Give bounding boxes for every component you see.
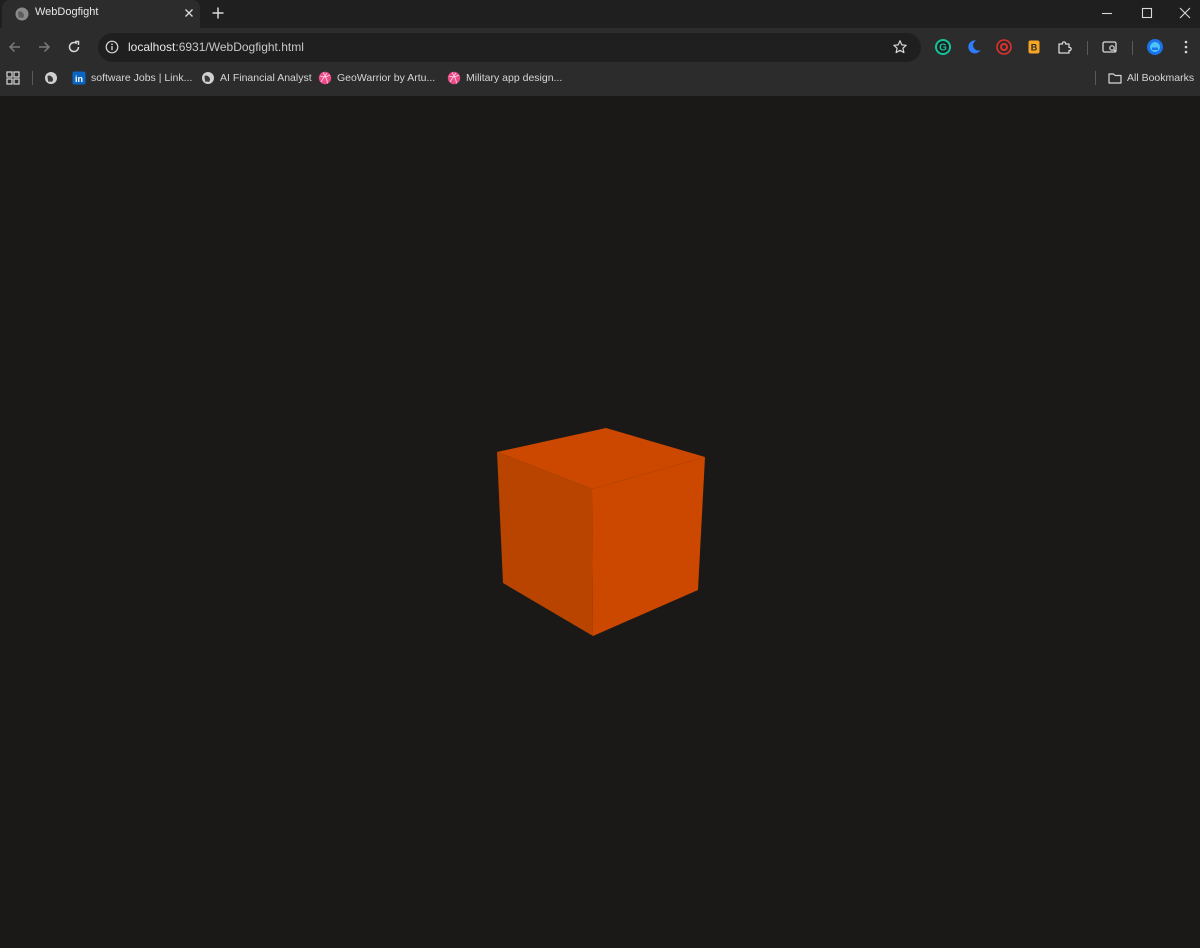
back-arrow-icon[interactable] bbox=[5, 37, 25, 57]
bookmark-label: AI Financial Analyst bbox=[220, 72, 312, 84]
scene-svg bbox=[497, 428, 705, 636]
window-close-icon[interactable] bbox=[1175, 3, 1195, 23]
blocker-icon[interactable] bbox=[995, 38, 1013, 56]
bookmark-linkedin[interactable]: in software Jobs | Link... bbox=[72, 69, 192, 87]
bookmarks-separator bbox=[32, 71, 33, 85]
svg-text:G: G bbox=[939, 43, 947, 54]
menu-kebab-icon[interactable] bbox=[1177, 38, 1195, 56]
bookmark-label: GeoWarrior by Artu... bbox=[337, 72, 436, 84]
linkedin-icon: in bbox=[72, 71, 86, 85]
svg-text:B: B bbox=[1031, 42, 1038, 52]
folder-icon bbox=[1108, 73, 1122, 84]
tab-search-icon[interactable] bbox=[1101, 38, 1119, 56]
dark-mode-moon-icon[interactable] bbox=[965, 38, 983, 56]
tab-webdogfight[interactable]: WebDogfight bbox=[2, 0, 200, 28]
address-bar[interactable]: localhost:6931/WebDogfight.html bbox=[98, 33, 921, 62]
all-bookmarks-button[interactable]: All Bookmarks bbox=[1108, 69, 1194, 87]
dribbble-icon bbox=[447, 71, 461, 85]
url-path: :6931/WebDogfight.html bbox=[175, 40, 304, 54]
puzzle-icon[interactable] bbox=[1056, 38, 1074, 56]
tab-title: WebDogfight bbox=[35, 6, 99, 18]
maximize-icon[interactable] bbox=[1137, 3, 1157, 23]
bookmark-ai-financial-analyst[interactable]: AI Financial Analyst bbox=[201, 69, 312, 87]
new-tab-icon[interactable] bbox=[209, 4, 227, 22]
toolbar-separator bbox=[1087, 41, 1088, 55]
globe-icon bbox=[202, 72, 214, 84]
url-host: localhost bbox=[128, 40, 176, 54]
globe-icon[interactable] bbox=[44, 71, 58, 85]
forward-arrow-icon[interactable] bbox=[34, 37, 54, 57]
grammarly-icon[interactable]: G bbox=[934, 38, 952, 56]
bookmark-b-icon[interactable]: B bbox=[1025, 38, 1043, 56]
bookmarks-separator bbox=[1095, 71, 1096, 85]
globe-icon bbox=[15, 7, 29, 21]
bookmark-label: Military app design... bbox=[466, 72, 563, 84]
all-bookmarks-label: All Bookmarks bbox=[1127, 72, 1195, 84]
url-text: localhost:6931/WebDogfight.html bbox=[128, 40, 304, 54]
bookmarks-bar: in software Jobs | Link... AI Financial … bbox=[0, 66, 1200, 90]
bookmark-military-app-design[interactable]: Military app design... bbox=[447, 69, 562, 87]
tab-close-icon[interactable] bbox=[181, 5, 197, 21]
minimize-icon[interactable] bbox=[1097, 3, 1117, 23]
tab-strip: WebDogfight bbox=[0, 0, 1200, 28]
dribbble-icon bbox=[318, 71, 332, 85]
toolbar: localhost:6931/WebDogfight.html G B bbox=[0, 28, 1200, 66]
bookmark-label: software Jobs | Link... bbox=[91, 72, 193, 84]
site-info-icon[interactable] bbox=[105, 40, 119, 54]
reload-icon[interactable] bbox=[64, 37, 84, 57]
bookmark-star-icon[interactable] bbox=[892, 39, 908, 55]
toolbar-separator bbox=[1132, 41, 1133, 55]
profile-icon[interactable] bbox=[1146, 38, 1164, 56]
bookmark-geowarrior[interactable]: GeoWarrior by Artu... bbox=[318, 69, 435, 87]
browser-chrome: WebDogfight localhost:6931/WebDogfight.h… bbox=[0, 0, 1200, 96]
webgl-canvas[interactable] bbox=[0, 96, 1200, 948]
svg-text:in: in bbox=[75, 74, 83, 84]
apps-grid-icon[interactable] bbox=[6, 71, 20, 85]
